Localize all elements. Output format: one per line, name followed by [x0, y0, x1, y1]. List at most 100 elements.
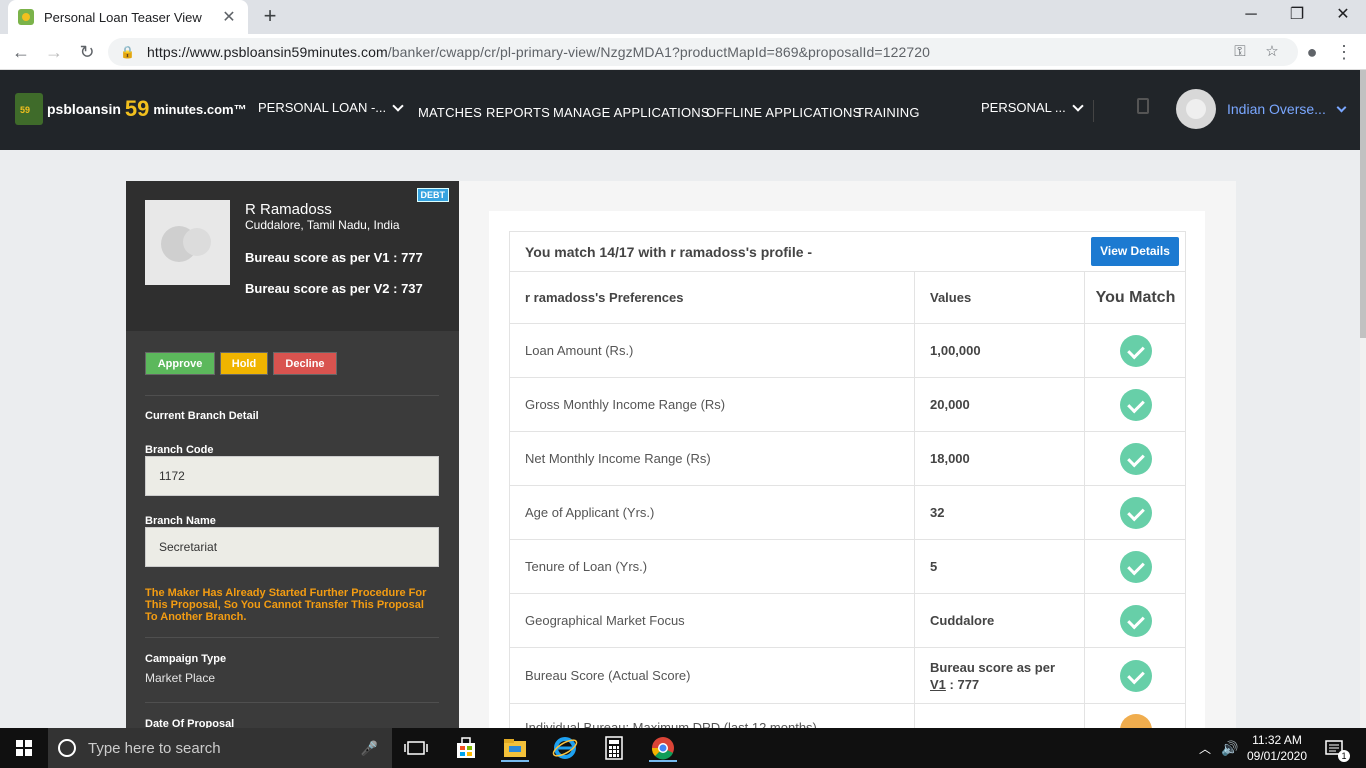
- column-header-you-match: You Match: [1084, 272, 1186, 323]
- tab-close-icon[interactable]: ✕: [220, 7, 238, 27]
- loan-type-select[interactable]: PERSONAL ...: [981, 99, 1084, 115]
- reload-icon[interactable]: ↻: [74, 40, 100, 64]
- value-cell: Bureau score as per V1 : 777: [914, 648, 1084, 703]
- restore-icon[interactable]: ❐: [1274, 0, 1320, 30]
- applicant-name: R Ramadoss: [245, 201, 332, 218]
- match-summary-title: You match 14/17 with r ramadoss's profil…: [525, 244, 813, 260]
- table-header-row: r ramadoss's Preferences Values You Matc…: [510, 272, 1185, 324]
- preference-cell: Net Monthly Income Range (Rs): [525, 451, 711, 466]
- campaign-type-label: Campaign Type: [145, 653, 227, 665]
- volume-icon[interactable]: 🔊: [1221, 728, 1238, 768]
- tab-title: Personal Loan Teaser View: [44, 9, 202, 25]
- check-icon: [1119, 442, 1152, 475]
- notifications-icon[interactable]: 1: [1324, 728, 1350, 768]
- search-placeholder: Type here to search: [88, 739, 221, 757]
- branch-code-label: Branch Code: [145, 444, 214, 456]
- windows-start-icon[interactable]: [16, 740, 32, 756]
- bureau-score-v2: Bureau score as per V2 : 737: [245, 281, 423, 296]
- logo-mark-icon: 59: [15, 93, 43, 125]
- scrollbar-thumb[interactable]: [1360, 70, 1366, 338]
- task-view-icon[interactable]: [402, 734, 430, 762]
- window-close-icon[interactable]: ✕: [1320, 0, 1366, 30]
- branch-code-field[interactable]: 1172: [145, 456, 439, 496]
- bookmark-star-icon[interactable]: ☆: [1260, 40, 1284, 64]
- decline-button[interactable]: Decline: [273, 352, 337, 375]
- file-explorer-icon[interactable]: [501, 734, 529, 762]
- product-select[interactable]: PERSONAL LOAN -...: [258, 99, 404, 115]
- site-logo[interactable]: 59 psbloansin 59 minutes.com™: [15, 92, 247, 126]
- header-divider: [1093, 100, 1094, 122]
- preference-cell: Loan Amount (Rs.): [525, 343, 634, 358]
- match-panel: You match 14/17 with r ramadoss's profil…: [459, 181, 1236, 759]
- branch-name-label: Branch Name: [145, 515, 216, 527]
- new-tab-icon[interactable]: +: [258, 4, 282, 28]
- account-icon[interactable]: ●: [1300, 40, 1324, 64]
- nav-training[interactable]: TRAINING: [856, 105, 920, 120]
- table-row: Net Monthly Income Range (Rs) 18,000: [510, 432, 1185, 486]
- nav-manage-applications[interactable]: MANAGE APPLICATIONS: [553, 105, 710, 120]
- page-scrollbar[interactable]: [1360, 70, 1366, 728]
- url-path: /banker/cwapp/cr/pl-primary-view/NzgzMDA…: [387, 44, 931, 60]
- url-field[interactable]: 🔒 https://www.psbloansin59minutes.com/ba…: [108, 38, 1298, 66]
- loan-type-label: PERSONAL ...: [981, 100, 1066, 115]
- column-header-preferences: r ramadoss's Preferences: [525, 290, 684, 305]
- check-icon: [1119, 604, 1152, 637]
- applicant-panel: DEBT R Ramadoss Cuddalore, Tamil Nadu, I…: [126, 181, 459, 728]
- preference-cell: Geographical Market Focus: [525, 613, 685, 628]
- preference-cell: Tenure of Loan (Yrs.): [525, 559, 648, 574]
- taskbar-search[interactable]: Type here to search 🎤: [48, 728, 392, 768]
- approve-button[interactable]: Approve: [145, 352, 215, 375]
- bank-menu[interactable]: Indian Overse...: [1227, 101, 1347, 117]
- chevron-down-icon: [392, 99, 404, 112]
- system-clock[interactable]: 11:32 AM 09/01/2020: [1243, 732, 1311, 764]
- debt-badge: DEBT: [416, 188, 449, 202]
- browser-tab[interactable]: Personal Loan Teaser View ✕: [8, 0, 248, 34]
- value-cell: 5: [914, 540, 1084, 593]
- column-header-values: Values: [914, 272, 1084, 323]
- forward-icon[interactable]: →: [41, 40, 67, 64]
- value-cell: Cuddalore: [914, 594, 1084, 647]
- check-icon: [1119, 496, 1152, 529]
- show-hidden-icons-icon[interactable]: ︿: [1199, 728, 1211, 768]
- avatar[interactable]: [1176, 89, 1216, 129]
- chevron-down-icon: [1336, 102, 1347, 112]
- check-icon: [1119, 659, 1152, 692]
- minimize-icon[interactable]: ─: [1228, 0, 1274, 30]
- key-icon[interactable]: ⚿: [1228, 40, 1252, 64]
- calculator-app-icon[interactable]: [600, 734, 628, 762]
- value-cell: 20,000: [914, 378, 1084, 431]
- table-row: Age of Applicant (Yrs.) 32: [510, 486, 1185, 540]
- table-row: Loan Amount (Rs.) 1,00,000: [510, 324, 1185, 378]
- branch-name-field[interactable]: Secretariat: [145, 527, 439, 567]
- taskbar: Type here to search 🎤 ︿ 🔊 11:32 AM 09/01…: [0, 728, 1366, 768]
- cortana-icon: [58, 739, 76, 757]
- back-icon[interactable]: ←: [8, 40, 34, 64]
- view-details-button[interactable]: View Details: [1091, 237, 1179, 266]
- match-table: You match 14/17 with r ramadoss's profil…: [509, 231, 1186, 759]
- chevron-down-icon: [1072, 99, 1084, 112]
- menu-dots-icon[interactable]: ⋮: [1332, 40, 1356, 64]
- nav-matches[interactable]: MATCHES: [418, 105, 482, 120]
- calculator-icon[interactable]: [1137, 98, 1149, 114]
- microphone-icon[interactable]: 🎤: [361, 740, 378, 757]
- internet-explorer-icon[interactable]: [551, 734, 579, 762]
- hold-button[interactable]: Hold: [220, 352, 268, 375]
- preference-cell: Age of Applicant (Yrs.): [525, 505, 655, 520]
- match-summary-row: You match 14/17 with r ramadoss's profil…: [510, 232, 1185, 272]
- divider: [145, 395, 439, 396]
- bureau-score-text: Bureau score as per: [930, 659, 1056, 675]
- nav-reports[interactable]: REPORTS: [486, 105, 550, 120]
- bureau-score-version-link[interactable]: V1: [930, 677, 946, 692]
- divider: [145, 637, 439, 638]
- nav-offline-applications[interactable]: OFFLINE APPLICATIONS: [706, 105, 861, 120]
- chrome-icon[interactable]: [649, 734, 677, 762]
- table-row: Tenure of Loan (Yrs.) 5: [510, 540, 1185, 594]
- proposal-date-label: Date Of Proposal: [145, 718, 235, 728]
- store-icon[interactable]: [452, 734, 480, 762]
- divider: [145, 702, 439, 703]
- check-icon: [1119, 334, 1152, 367]
- clock-date: 09/01/2020: [1246, 749, 1308, 763]
- lock-icon: 🔒: [120, 45, 135, 59]
- logo-text: psbloansin: [47, 101, 121, 117]
- bureau-score-number: : 777: [945, 676, 980, 692]
